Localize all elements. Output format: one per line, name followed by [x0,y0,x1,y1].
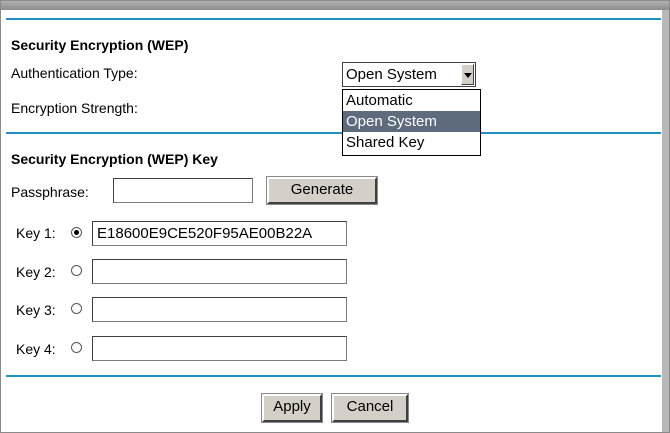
auth-type-dropdown: Automatic Open System Shared Key [342,89,481,156]
key-1-radio[interactable] [71,227,82,238]
auth-type-label: Authentication Type: [11,65,138,81]
auth-option-shared-key[interactable]: Shared Key [343,132,480,153]
key-4-input[interactable] [92,336,347,361]
auth-option-automatic[interactable]: Automatic [343,90,480,111]
key-1-input[interactable]: E18600E9CE520F95AE00B22A [92,221,347,246]
window-top-bar [1,1,669,10]
section-divider-top [6,18,661,20]
passphrase-input[interactable] [113,178,253,203]
settings-panel: Security Encryption (WEP) Authentication… [0,0,670,433]
cancel-button[interactable]: Cancel [331,393,409,423]
section-divider-bottom [6,375,661,377]
wep-key-heading: Security Encryption (WEP) Key [11,151,218,167]
auth-type-selected-value: Open System [346,66,437,83]
section-divider-wep [6,132,661,134]
key-1-label: Key 1: [16,225,56,241]
key-3-input[interactable] [92,297,347,322]
key-3-label: Key 3: [16,302,56,318]
apply-button[interactable]: Apply [261,393,323,423]
key-2-label: Key 2: [16,264,56,280]
wep-heading: Security Encryption (WEP) [11,37,189,53]
key-2-radio[interactable] [71,265,82,276]
generate-button[interactable]: Generate [266,176,378,205]
chevron-down-icon[interactable] [461,64,474,85]
passphrase-label: Passphrase: [11,184,89,200]
auth-type-select[interactable]: Open System [342,62,476,87]
key-2-input[interactable] [92,259,347,284]
key-4-radio[interactable] [71,342,82,353]
auth-option-open-system[interactable]: Open System [343,111,480,132]
key-4-label: Key 4: [16,341,56,357]
encryption-strength-label: Encryption Strength: [11,100,138,116]
key-3-radio[interactable] [71,303,82,314]
window-right-edge [662,10,669,432]
